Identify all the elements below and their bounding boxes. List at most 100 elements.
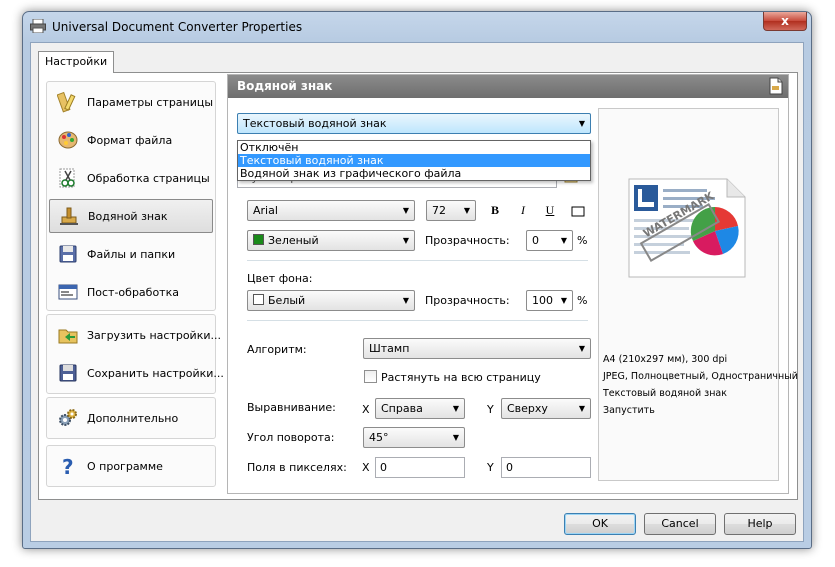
text-color-select[interactable]: Зеленый ▼ (247, 230, 415, 251)
close-button[interactable]: x (763, 12, 807, 31)
panel-title-text: Водяной знак (237, 79, 333, 93)
text-transparency-select[interactable]: 0 ▼ (526, 230, 573, 251)
sidebar-item-label: Водяной знак (88, 209, 168, 223)
sidebar-group-advanced: Дополнительно (46, 397, 216, 439)
stretch-checkbox[interactable] (364, 370, 377, 383)
preview-info-page: A4 (210x297 мм), 300 dpi (603, 354, 728, 365)
font-name-value: Arial (253, 204, 278, 217)
alignment-y-value: Сверху (507, 402, 548, 415)
dialog-client: Настройки Параметры страницы Формат файл… (30, 42, 804, 542)
watermark-type-select[interactable]: Текстовый водяной знак ▼ (237, 113, 591, 134)
algorithm-select[interactable]: Штамп ▼ (363, 338, 591, 359)
alignment-x-label: X (362, 403, 370, 416)
margins-y-input[interactable]: 0 (501, 457, 591, 478)
sidebar-item-load-settings[interactable]: Загрузить настройки... (49, 318, 221, 352)
sidebar-group-about: ? О программе (46, 445, 216, 487)
underline-button[interactable]: U (543, 203, 557, 218)
bold-button[interactable]: B (488, 203, 502, 218)
italic-button[interactable]: I (516, 203, 530, 218)
dropdown-option-disabled[interactable]: Отключён (238, 141, 590, 154)
color-swatch (253, 294, 264, 305)
ok-button[interactable]: OK (564, 513, 636, 535)
chevron-down-icon: ▼ (402, 296, 409, 305)
window-title: Universal Document Converter Properties (52, 20, 303, 34)
sidebar-item-save-settings[interactable]: Сохранить настройки... (49, 356, 224, 390)
cancel-button[interactable]: Cancel (644, 513, 716, 535)
chevron-down-icon: ▼ (578, 404, 585, 413)
document-preview-icon (628, 178, 746, 278)
sidebar-item-watermark[interactable]: Водяной знак (49, 199, 213, 233)
font-size-value: 72 (432, 204, 446, 217)
chevron-down-icon: ▼ (452, 404, 459, 413)
gears-icon (59, 409, 77, 426)
chevron-down-icon: ▼ (578, 119, 585, 128)
sidebar-item-advanced[interactable]: Дополнительно (49, 401, 213, 435)
chevron-down-icon: ▼ (560, 296, 567, 305)
chevron-down-icon: ▼ (560, 236, 567, 245)
text-color-value: Зеленый (268, 234, 319, 247)
background-color-value: Белый (268, 294, 306, 307)
alignment-x-select[interactable]: Справа ▼ (375, 398, 465, 419)
text-transparency-label: Прозрачность: (425, 234, 510, 247)
printer-icon (30, 19, 46, 33)
panel-title: Водяной знак (228, 75, 788, 98)
chevron-down-icon: ▼ (402, 236, 409, 245)
margins-y-label: Y (487, 461, 494, 474)
tab-settings[interactable]: Настройки (38, 51, 115, 73)
sidebar-item-page-processing[interactable]: Обработка страницы (49, 161, 213, 195)
font-size-select[interactable]: 72 ▼ (426, 200, 476, 221)
chevron-down-icon: ▼ (452, 433, 459, 442)
chevron-down-icon: ▼ (578, 344, 585, 353)
separator (247, 320, 588, 321)
sidebar-item-post-processing[interactable]: Пост-обработка (49, 275, 213, 309)
sidebar-item-label: О программе (87, 459, 163, 473)
sidebar-item-label: Сохранить настройки... (87, 366, 224, 380)
percent-label: % (577, 294, 588, 307)
watermark-panel: Водяной знак Текстовый водяной знак ▼ От… (227, 74, 798, 494)
percent-label: % (577, 234, 588, 247)
sidebar-item-page-setup[interactable]: Параметры страницы (49, 85, 213, 119)
dropdown-option-image[interactable]: Водяной знак из графического файла (238, 167, 590, 180)
background-color-select[interactable]: Белый ▼ (247, 290, 415, 311)
margins-x-input[interactable]: 0 (375, 457, 465, 478)
rotation-select[interactable]: 45° ▼ (363, 427, 465, 448)
sidebar-item-about[interactable]: ? О программе (49, 449, 213, 483)
chevron-down-icon: ▼ (402, 206, 409, 215)
sidebar-item-files-folders[interactable]: Файлы и папки (49, 237, 213, 271)
preview-pane: WATERMARK A4 (210x297 мм), 300 dpi JPEG,… (598, 108, 798, 481)
font-name-select[interactable]: Arial ▼ (247, 200, 415, 221)
sidebar-item-file-format[interactable]: Формат файла (49, 123, 213, 157)
sidebar-item-label: Пост-обработка (87, 285, 179, 299)
watermark-type-dropdown: Отключён Текстовый водяной знак Водяной … (237, 140, 591, 181)
margins-x-value: 0 (380, 461, 387, 474)
load-settings-icon (58, 329, 78, 344)
rotation-value: 45° (369, 431, 389, 444)
palette-icon (58, 131, 78, 149)
alignment-y-select[interactable]: Сверху ▼ (501, 398, 591, 419)
sidebar-item-label: Файлы и папки (87, 247, 176, 261)
preview-info-action: Запустить (603, 405, 655, 416)
margins-label: Поля в пикселях: (247, 461, 347, 474)
watermark-type-value: Текстовый водяной знак (243, 117, 387, 130)
tab-page: Параметры страницы Формат файла Обработк… (38, 72, 798, 500)
background-transparency-value: 100 (532, 294, 553, 307)
save-settings-icon (59, 364, 77, 382)
text-transparency-value: 0 (532, 234, 539, 247)
chevron-down-icon: ▼ (463, 206, 470, 215)
alignment-label: Выравнивание: (247, 401, 336, 414)
algorithm-label: Алгоритм: (247, 343, 307, 356)
border-icon[interactable] (571, 206, 585, 218)
rotation-label: Угол поворота: (247, 431, 335, 444)
help-button[interactable]: Help (724, 513, 796, 535)
stretch-label[interactable]: Растянуть на всю страницу (381, 371, 541, 384)
alignment-y-label: Y (487, 403, 494, 416)
page-icon[interactable] (768, 77, 784, 95)
background-transparency-select[interactable]: 100 ▼ (526, 290, 573, 311)
question-icon: ? (62, 455, 74, 477)
dropdown-option-text[interactable]: Текстовый водяной знак (238, 154, 590, 167)
ruler-pencil-icon (57, 91, 76, 113)
margins-y-value: 0 (506, 461, 513, 474)
separator (247, 260, 588, 261)
sidebar-item-label: Загрузить настройки... (87, 328, 221, 342)
properties-window: Universal Document Converter Properties … (22, 11, 812, 549)
